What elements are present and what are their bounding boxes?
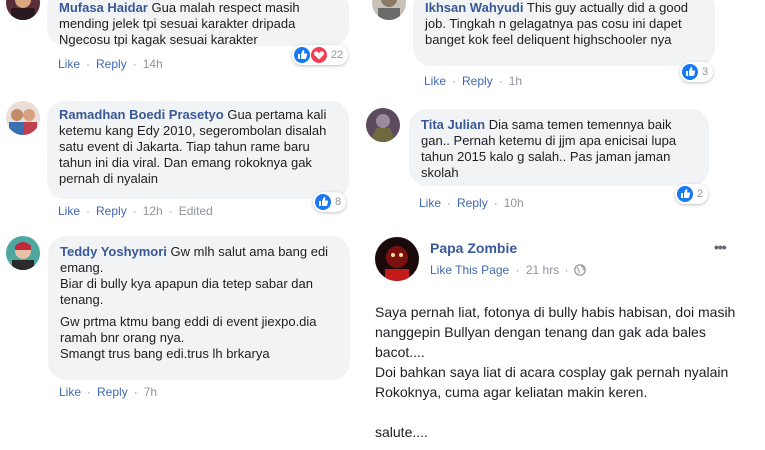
comment-bubble: Tita Julian Dia sama temen temennya baik… xyxy=(409,109,709,186)
reaction-summary[interactable]: 3 xyxy=(680,62,714,82)
post-time[interactable]: 21 hrs xyxy=(526,263,559,277)
reply-link[interactable]: Reply xyxy=(457,196,488,210)
reply-link[interactable]: Reply xyxy=(96,204,127,218)
avatar[interactable] xyxy=(6,101,40,135)
avatar[interactable] xyxy=(372,0,406,20)
more-options-button[interactable]: ••• xyxy=(714,239,727,255)
comment-time[interactable]: 12h xyxy=(143,204,163,218)
post-author[interactable]: Papa Zombie xyxy=(430,240,517,256)
reply-link[interactable]: Reply xyxy=(96,57,127,71)
reaction-summary[interactable]: 22 xyxy=(292,45,349,65)
reaction-summary[interactable]: 8 xyxy=(313,192,347,212)
comment-bubble: Ramadhan Boedi Prasetyo Gua pertama kali… xyxy=(47,101,349,199)
like-page-link[interactable]: Like This Page xyxy=(430,263,509,277)
like-link[interactable]: Like xyxy=(59,385,81,399)
reaction-count: 2 xyxy=(697,188,704,200)
like-icon xyxy=(315,194,331,210)
comment-author[interactable]: Mufasa Haidar xyxy=(59,0,148,15)
comment-text: Biar di bully kya apapun dia tetep sabar… xyxy=(60,276,313,307)
comment-author[interactable]: Teddy Yoshymori xyxy=(60,244,167,259)
comment-time[interactable]: 14h xyxy=(143,57,163,71)
love-icon xyxy=(311,47,327,63)
comment-time[interactable]: 1h xyxy=(509,74,522,88)
comment-actions: Like · Reply · 14h xyxy=(58,57,163,71)
reaction-summary[interactable]: 2 xyxy=(675,184,709,204)
post-paragraph xyxy=(375,402,745,422)
comment-text: Smangt trus bang edi.trus lh brkarya xyxy=(60,346,270,361)
avatar[interactable] xyxy=(366,108,400,142)
reply-link[interactable]: Reply xyxy=(97,385,128,399)
globe-icon xyxy=(574,264,586,279)
reaction-count: 8 xyxy=(335,196,342,208)
comment-author[interactable]: Tita Julian xyxy=(421,117,485,132)
comment-actions: Like · Reply · 1h xyxy=(424,74,523,88)
like-link[interactable]: Like xyxy=(419,196,441,210)
like-icon xyxy=(294,47,310,63)
comment-author[interactable]: Ramadhan Boedi Prasetyo xyxy=(59,107,224,122)
post-paragraph: salute.... xyxy=(375,424,428,440)
like-icon xyxy=(677,186,693,202)
comment-bubble: Teddy Yoshymori Gw mlh salut ama bang ed… xyxy=(48,236,350,380)
comment-actions: Like · Reply · 10h xyxy=(419,196,524,210)
page-avatar[interactable] xyxy=(375,237,419,281)
post-meta: Like This Page · 21 hrs · xyxy=(430,263,586,279)
avatar[interactable] xyxy=(6,0,40,20)
comment-bubble: Mufasa Haidar Gua malah respect masih me… xyxy=(47,0,349,47)
comment-author[interactable]: Ikhsan Wahyudi xyxy=(425,0,523,15)
like-icon xyxy=(682,64,698,80)
comment-actions: Like · Reply · 12h · Edited xyxy=(58,204,213,218)
comment-bubble: Ikhsan Wahyudi This guy actually did a g… xyxy=(413,0,715,66)
reply-link[interactable]: Reply xyxy=(462,74,493,88)
reaction-count: 22 xyxy=(331,49,344,61)
post-paragraph: Saya pernah liat, fotonya di bully habis… xyxy=(375,304,740,360)
post-body: Saya pernah liat, fotonya di bully habis… xyxy=(375,302,745,442)
post-paragraph: Doi bahkan saya liat di acara cosplay ga… xyxy=(375,364,733,400)
like-link[interactable]: Like xyxy=(424,74,446,88)
comment-actions: Like · Reply · 7h xyxy=(59,385,158,399)
edited-label[interactable]: Edited xyxy=(179,204,213,218)
comment-text: Gw prtma ktmu bang eddi di event jiexpo.… xyxy=(60,314,317,345)
comment-time[interactable]: 7h xyxy=(144,385,157,399)
comment-time[interactable]: 10h xyxy=(504,196,524,210)
avatar[interactable] xyxy=(6,236,40,270)
like-link[interactable]: Like xyxy=(58,57,80,71)
like-link[interactable]: Like xyxy=(58,204,80,218)
reaction-count: 3 xyxy=(702,66,709,78)
